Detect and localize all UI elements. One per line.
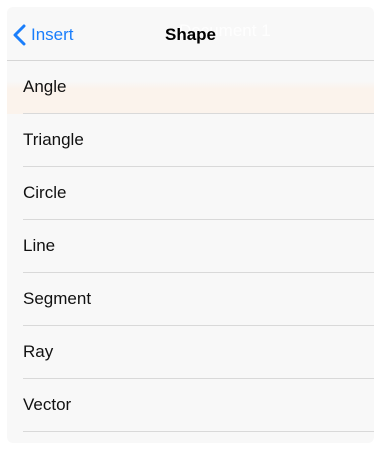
list-item-label: Triangle <box>23 130 84 149</box>
list-item-label: Ray <box>23 342 54 361</box>
list-item-label: Circle <box>23 183 67 202</box>
list-item-label: Segment <box>23 289 92 308</box>
shape-list: Angle Triangle Circle Line Segment Ray V… <box>7 61 374 432</box>
shape-popover: Document 1 Insert Shape Angle Triangle C… <box>7 7 374 443</box>
list-item-circle[interactable]: Circle <box>7 167 374 220</box>
popover-header: Insert Shape <box>7 7 374 61</box>
popover-title: Shape <box>164 25 217 44</box>
list-item-line[interactable]: Line <box>7 220 374 273</box>
list-item-ray[interactable]: Ray <box>7 326 374 379</box>
list-item-vector[interactable]: Vector <box>7 379 374 432</box>
list-item-label: Line <box>23 236 56 255</box>
list-item-triangle[interactable]: Triangle <box>7 114 374 167</box>
list-item-angle[interactable]: Angle <box>7 61 374 114</box>
list-item-label: Angle <box>23 77 67 96</box>
list-item-label: Vector <box>23 395 72 414</box>
list-item-segment[interactable]: Segment <box>7 273 374 326</box>
